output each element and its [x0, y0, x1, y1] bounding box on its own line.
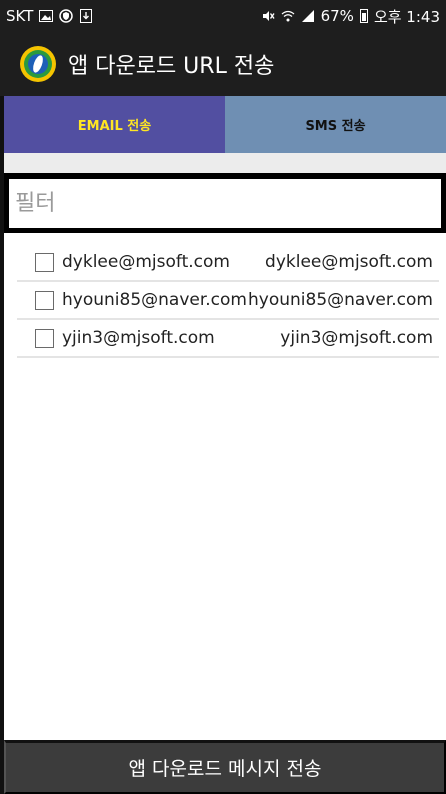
image-icon [39, 9, 54, 23]
tab-email-label: EMAIL 전송 [77, 119, 152, 134]
item-email: dyklee@mjsoft.com [62, 252, 230, 272]
signal-icon [301, 9, 315, 23]
tab-sms[interactable]: SMS 전송 [225, 96, 446, 153]
carrier-label: SKT [6, 7, 34, 25]
recipient-list: dyklee@mjsoft.com dyklee@mjsoft.com hyou… [17, 244, 439, 358]
list-item[interactable]: yjin3@mjsoft.com yjin3@mjsoft.com [17, 320, 439, 358]
item-address: hyouni85@naver.com [248, 290, 433, 310]
download-icon [79, 9, 93, 23]
status-bar: SKT 67% 오후 1:43 [0, 0, 446, 32]
status-right: 67% 오후 1:43 [261, 6, 440, 27]
clock-time: 오후 1:43 [373, 7, 440, 26]
tab-email[interactable]: EMAIL 전송 [4, 96, 225, 153]
battery-icon [359, 9, 368, 23]
item-address: yjin3@mjsoft.com [280, 328, 433, 348]
app-logo-icon [20, 46, 56, 82]
list-item[interactable]: hyouni85@naver.com hyouni85@naver.com [17, 282, 439, 320]
send-message-button[interactable]: 앱 다운로드 메시지 전송 [4, 740, 446, 794]
tab-bar: EMAIL 전송 SMS 전송 [4, 96, 446, 153]
status-left: SKT [6, 7, 93, 25]
wifi-icon [281, 9, 295, 23]
item-email: hyouni85@naver.com [62, 290, 247, 310]
checkbox[interactable] [35, 290, 54, 310]
battery-percent: 67% [320, 7, 354, 25]
app-bar: 앱 다운로드 URL 전송 [0, 32, 446, 96]
checkbox[interactable] [35, 328, 54, 348]
list-item[interactable]: dyklee@mjsoft.com dyklee@mjsoft.com [17, 244, 439, 282]
filter-input[interactable] [9, 179, 441, 228]
app-title: 앱 다운로드 URL 전송 [68, 54, 275, 79]
mute-icon [261, 9, 275, 23]
shield-icon [59, 9, 74, 23]
tab-sms-label: SMS 전송 [305, 119, 366, 134]
tab-divider [4, 153, 446, 173]
item-address: dyklee@mjsoft.com [265, 252, 433, 272]
filter-box [4, 173, 446, 233]
item-email: yjin3@mjsoft.com [62, 328, 215, 348]
checkbox[interactable] [35, 252, 54, 272]
